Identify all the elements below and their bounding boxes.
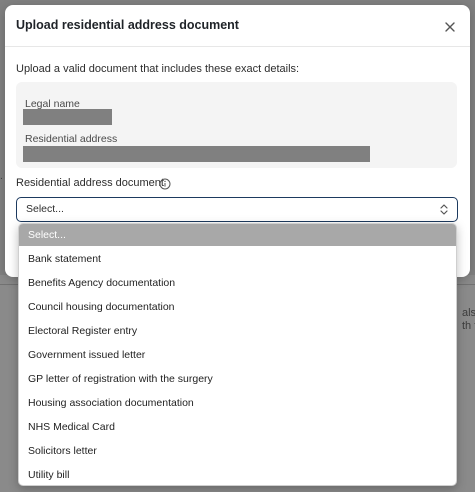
close-icon (445, 22, 455, 32)
document-type-select[interactable]: Select... (16, 197, 458, 222)
background-text: also (462, 307, 475, 319)
dropdown-option-label: Solicitors letter (28, 445, 97, 457)
details-box: Legal name Residential address (16, 82, 457, 168)
background-dot: . (0, 171, 3, 182)
dropdown-option-label: Government issued letter (28, 349, 146, 361)
info-icon[interactable] (159, 178, 171, 190)
dropdown-option[interactable]: Council housing documentation (19, 296, 456, 318)
residential-address-label: Residential address (25, 133, 118, 145)
dropdown-option-label: NHS Medical Card (28, 421, 115, 433)
dropdown-option-label: Electoral Register entry (28, 325, 138, 337)
intro-text: Upload a valid document that includes th… (16, 63, 300, 75)
dropdown-option-label: Council housing documentation (28, 301, 175, 313)
dropdown-option[interactable]: Select... (19, 224, 456, 246)
dropdown-option[interactable]: Utility bill (19, 464, 456, 485)
dropdown-option[interactable]: GP letter of registration with the surge… (19, 368, 456, 390)
dropdown-option[interactable]: Solicitors letter (19, 440, 456, 462)
dropdown-option[interactable]: Housing association documentation (19, 392, 456, 414)
select-value: Select... (26, 203, 64, 215)
background-text: th th (462, 320, 475, 332)
dropdown-option-label: Select... (28, 229, 66, 241)
chevron-up-down-icon (439, 203, 449, 216)
dropdown-option[interactable]: Bank statement (19, 248, 456, 270)
dropdown-option[interactable]: Government issued letter (19, 344, 456, 366)
document-field-label: Residential address document (16, 177, 164, 189)
dropdown-option[interactable]: NHS Medical Card (19, 416, 456, 438)
dropdown-option[interactable]: Benefits Agency documentation (19, 272, 456, 294)
dropdown-option-label: Utility bill (28, 469, 70, 481)
close-button[interactable] (442, 19, 458, 35)
dropdown-option-label: Housing association documentation (28, 397, 194, 409)
modal-header: Upload residential address document (5, 5, 470, 47)
dropdown-option-label: Benefits Agency documentation (28, 277, 176, 289)
legal-name-redacted (23, 109, 112, 125)
residential-address-redacted (23, 146, 370, 162)
modal-title: Upload residential address document (16, 18, 239, 32)
document-type-dropdown: Select... Bank statement Benefits Agency… (18, 223, 457, 486)
dropdown-option-label: GP letter of registration with the surge… (28, 373, 213, 385)
dropdown-option-label: Bank statement (28, 253, 101, 265)
dropdown-option[interactable]: Electoral Register entry (19, 320, 456, 342)
